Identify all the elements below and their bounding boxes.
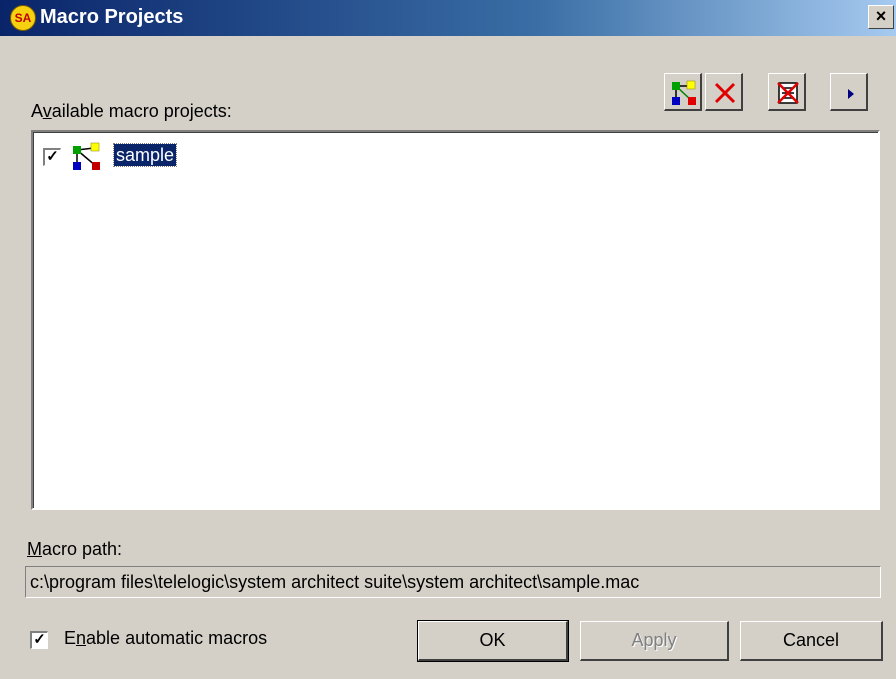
title-bar[interactable]: SA Macro Projects × xyxy=(0,0,896,36)
apply-button[interactable]: Apply xyxy=(580,621,729,661)
ok-button[interactable]: OK xyxy=(417,620,569,662)
close-button[interactable]: × xyxy=(868,5,894,29)
macro-path-label: Macro path: xyxy=(27,539,123,559)
project-name: sample xyxy=(112,143,178,167)
macro-path-field[interactable]: c:\program files\telelogic\system archit… xyxy=(25,566,881,598)
project-tree-icon xyxy=(73,142,100,170)
window-title: Macro Projects xyxy=(40,6,184,28)
auto-macros-label: Enable automatic macros xyxy=(64,628,268,648)
projects-label: Available macro projects: xyxy=(31,101,232,121)
add-project-icon xyxy=(672,80,696,105)
remove-all-icon xyxy=(777,82,799,104)
run-macro-button[interactable] xyxy=(830,73,868,111)
auto-macros-checkbox[interactable]: ✓ xyxy=(30,631,48,649)
app-icon: SA xyxy=(10,5,36,31)
delete-project-button[interactable] xyxy=(705,73,743,111)
delete-icon xyxy=(714,82,736,104)
project-checkbox[interactable]: ✓ xyxy=(43,148,61,166)
add-project-button[interactable] xyxy=(664,73,702,111)
remove-all-button[interactable] xyxy=(768,73,806,111)
run-icon xyxy=(848,89,854,99)
projects-list[interactable]: ✓ sample xyxy=(31,130,880,510)
cancel-button[interactable]: Cancel xyxy=(740,621,883,661)
